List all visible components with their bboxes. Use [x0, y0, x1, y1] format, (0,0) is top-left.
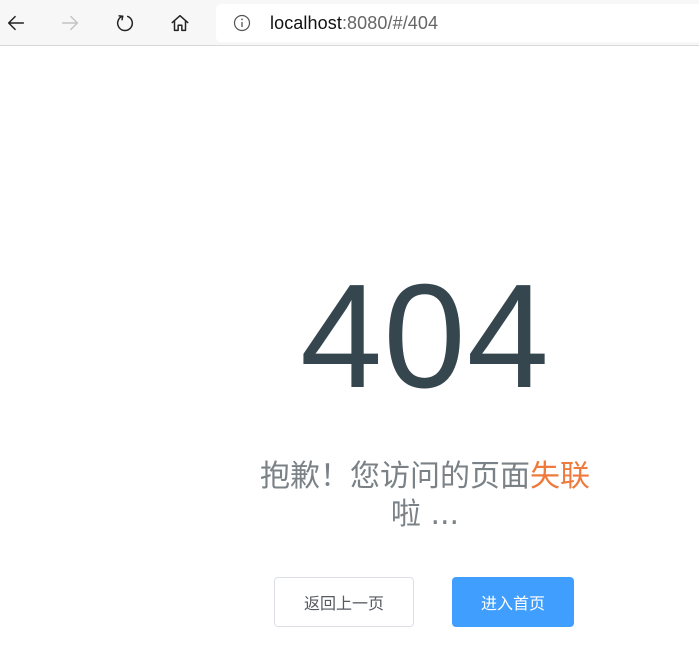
error-message-suffix: 啦 ... — [390, 497, 460, 532]
reload-icon — [116, 15, 134, 32]
home-icon — [171, 14, 189, 32]
home-button[interactable] — [164, 7, 196, 39]
url-text[interactable]: localhost:8080/#/404 — [270, 13, 438, 34]
error-message: 抱歉！您访问的页面失联 啦 ... — [240, 458, 610, 534]
error-message-highlight: 失联 — [530, 459, 590, 494]
info-icon[interactable] — [233, 14, 251, 32]
url-path: :8080/#/404 — [341, 12, 439, 33]
browser-toolbar: localhost:8080/#/404 — [0, 0, 699, 46]
error-message-prefix: 抱歉！您访问的页面 — [260, 459, 530, 494]
reload-button[interactable] — [109, 7, 141, 39]
back-arrow-icon — [7, 15, 25, 31]
back-button[interactable] — [0, 7, 32, 39]
url-host: localhost — [270, 12, 342, 33]
error-code: 404 — [300, 254, 550, 419]
address-bar[interactable]: localhost:8080/#/404 — [216, 4, 699, 42]
forward-arrow-icon — [61, 15, 79, 31]
go-back-button[interactable]: 返回上一页 — [274, 577, 414, 627]
forward-button[interactable] — [54, 7, 86, 39]
go-home-button[interactable]: 进入首页 — [452, 577, 574, 627]
page-content: 404 抱歉！您访问的页面失联 啦 ... 返回上一页 进入首页 — [0, 47, 699, 649]
